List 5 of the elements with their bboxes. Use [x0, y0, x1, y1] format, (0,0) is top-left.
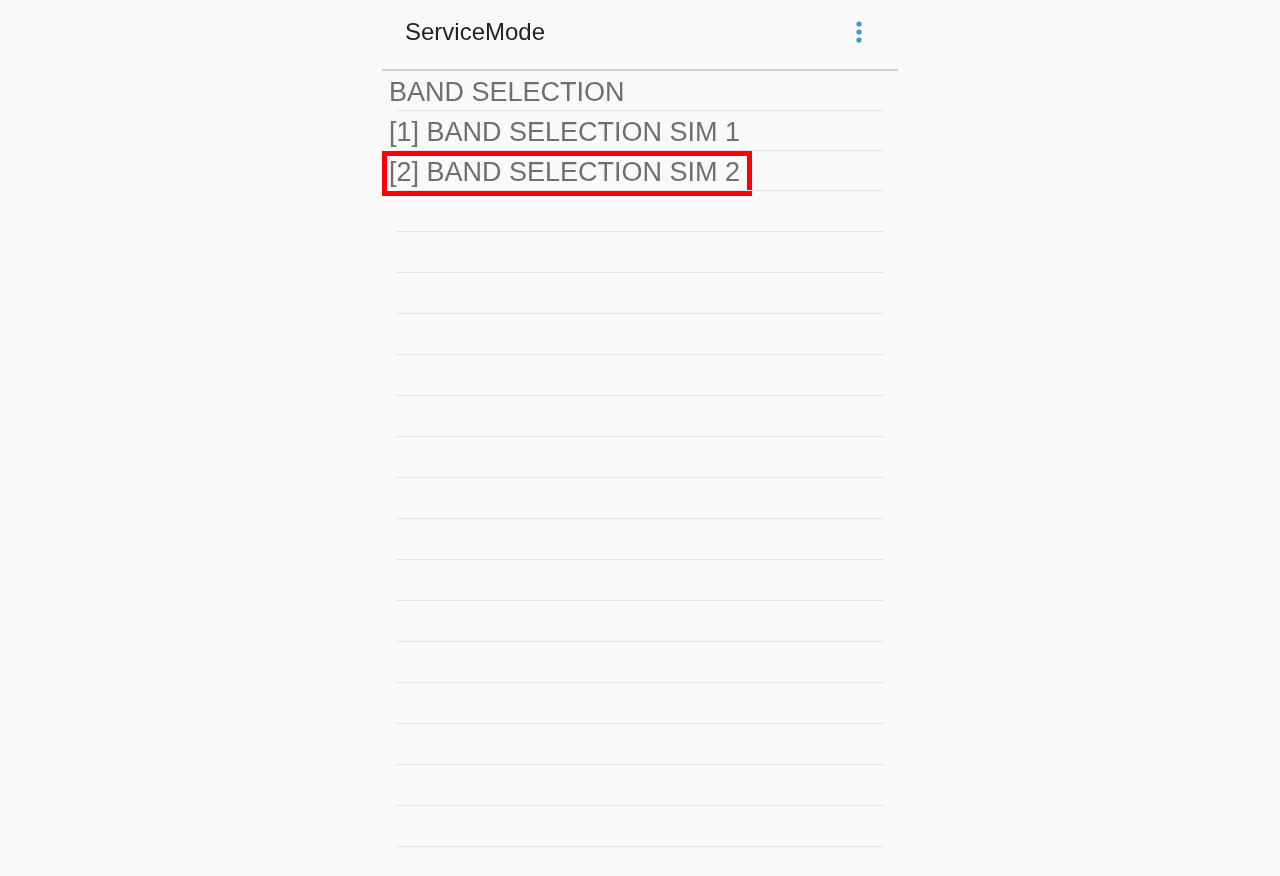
- more-vertical-icon: [856, 20, 862, 43]
- menu-item[interactable]: [1] BAND SELECTION SIM 1: [389, 116, 741, 148]
- app-title: ServiceMode: [405, 17, 546, 46]
- menu-item[interactable]: BAND SELECTION: [389, 76, 625, 108]
- menu-item[interactable]: [2] BAND SELECTION SIM 2: [389, 156, 741, 188]
